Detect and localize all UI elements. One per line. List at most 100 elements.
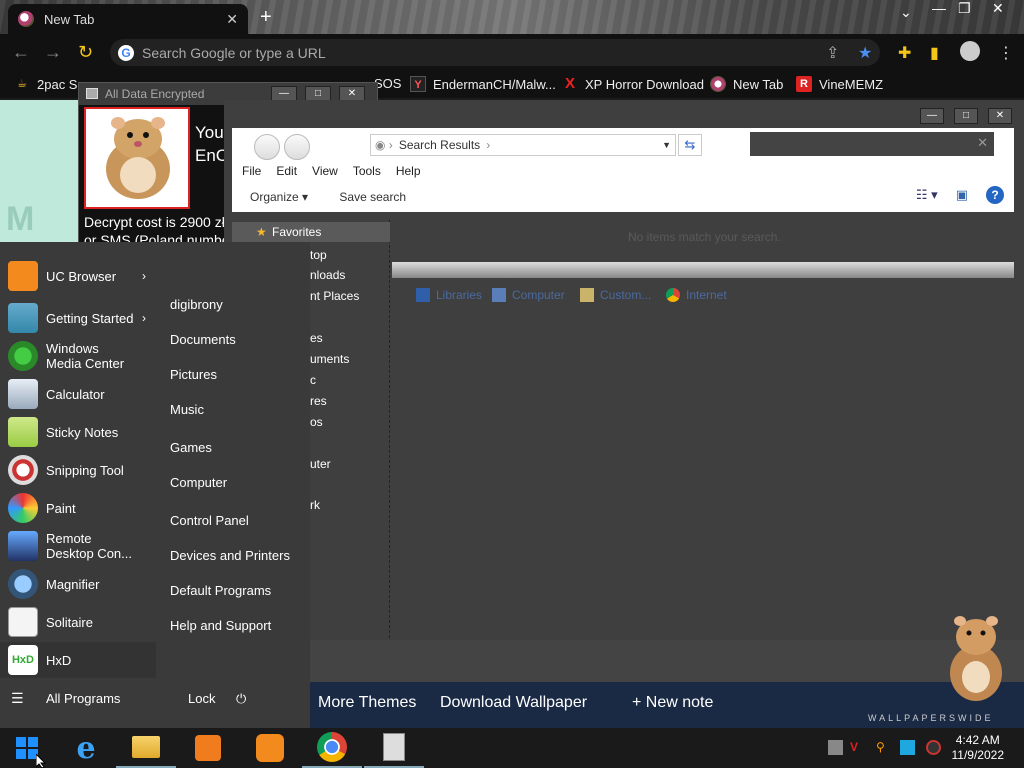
address-dropdown-icon[interactable]: ▼: [662, 140, 671, 150]
nav-item[interactable]: uter: [310, 457, 331, 471]
program-magnifier[interactable]: Magnifier: [0, 566, 156, 602]
nav-favorites[interactable]: ★ Favorites: [232, 222, 390, 242]
search-again-computer[interactable]: Computer: [492, 288, 565, 302]
taskbar-uc-browser[interactable]: [240, 728, 300, 768]
nav-item[interactable]: os: [310, 415, 323, 429]
refresh-icon[interactable]: ⇆: [678, 134, 702, 156]
new-tab-button[interactable]: +: [260, 6, 272, 29]
minimize-icon[interactable]: —: [920, 108, 944, 124]
search-input[interactable]: ✕: [750, 132, 994, 156]
system-clock[interactable]: 4:42 AM 11/9/2022: [952, 733, 1005, 763]
link-documents[interactable]: Documents: [170, 332, 236, 347]
profile-avatar-icon[interactable]: [960, 41, 980, 61]
link-pictures[interactable]: Pictures: [170, 367, 217, 382]
forward-arrow-icon[interactable]: →: [44, 42, 62, 63]
program-snipping-tool[interactable]: Snipping Tool: [0, 452, 156, 488]
bookmark-endermanch[interactable]: Y EndermanCH/Malw...: [410, 76, 556, 92]
program-calculator[interactable]: Calculator: [0, 376, 156, 412]
menu-help[interactable]: Help: [396, 164, 421, 178]
taskbar-chrome[interactable]: [302, 728, 362, 768]
program-solitaire[interactable]: Solitaire: [0, 604, 156, 640]
link-devices-printers[interactable]: Devices and Printers: [170, 548, 290, 563]
more-themes-link[interactable]: More Themes: [318, 694, 416, 712]
reload-icon[interactable]: ↻: [78, 42, 93, 63]
tray-volume-icon[interactable]: [926, 740, 941, 755]
clear-search-icon[interactable]: ✕: [977, 135, 988, 151]
help-icon[interactable]: ?: [986, 186, 1004, 204]
organize-button[interactable]: Organize ▾: [250, 190, 308, 204]
link-control-panel[interactable]: Control Panel: [170, 513, 249, 528]
crumb-chevron-icon[interactable]: ›: [486, 138, 490, 152]
tab-new-tab[interactable]: New Tab ✕: [8, 4, 248, 34]
search-again-custom[interactable]: Custom...: [580, 288, 651, 302]
back-button[interactable]: [254, 134, 280, 160]
menu-file[interactable]: File: [242, 164, 261, 178]
new-note-link[interactable]: + New note: [632, 694, 713, 712]
link-user-folder[interactable]: digibrony: [170, 297, 223, 312]
gmail-shortcut-panel[interactable]: M: [0, 100, 78, 242]
tray-display-icon[interactable]: [900, 740, 915, 755]
program-remote-desktop[interactable]: Remote Desktop Con...: [0, 528, 156, 564]
nav-item[interactable]: nloads: [310, 268, 345, 282]
nav-item[interactable]: es: [310, 331, 323, 345]
close-window-icon[interactable]: ✕: [992, 0, 1004, 17]
nav-item[interactable]: rk: [310, 498, 320, 512]
close-tab-icon[interactable]: ✕: [226, 11, 238, 28]
tray-antivirus-icon[interactable]: V: [850, 740, 865, 755]
preview-pane-icon[interactable]: ▣: [956, 187, 968, 203]
search-again-internet[interactable]: Internet: [666, 288, 727, 302]
nav-item[interactable]: nt Places: [310, 289, 359, 303]
nav-item[interactable]: res: [310, 394, 327, 408]
bookmark-star-icon[interactable]: ★: [858, 43, 872, 63]
taskbar-ransom-app[interactable]: [364, 728, 424, 768]
link-help-support[interactable]: Help and Support: [170, 618, 271, 633]
chrome-menu-icon[interactable]: ⋮: [998, 43, 1014, 63]
tab-search-chevron-icon[interactable]: ⌄: [900, 4, 912, 21]
bookmark-2pac[interactable]: ☕ 2pac S: [14, 76, 77, 92]
address-bar[interactable]: ◉ › Search Results › ▼: [370, 134, 676, 156]
extensions-puzzle-icon[interactable]: ✚: [898, 43, 911, 63]
close-icon[interactable]: ✕: [988, 108, 1012, 124]
maximize-icon[interactable]: □: [954, 108, 978, 124]
taskbar-file-explorer[interactable]: [116, 728, 176, 768]
program-uc-browser[interactable]: UC Browser ›: [0, 258, 156, 294]
taskbar-media-player[interactable]: [178, 728, 238, 768]
all-programs-button[interactable]: ☰ All Programs: [0, 682, 156, 714]
omnibox[interactable]: G Search Google or type a URL: [110, 39, 880, 66]
nav-item[interactable]: uments: [310, 352, 349, 366]
forward-button[interactable]: [284, 134, 310, 160]
side-panel-icon[interactable]: ▮: [930, 43, 939, 63]
taskbar-internet-explorer[interactable]: e: [56, 728, 116, 768]
download-wallpaper-link[interactable]: Download Wallpaper: [440, 694, 587, 712]
share-icon[interactable]: ⇪: [826, 43, 839, 63]
program-hxd[interactable]: HxD HxD: [0, 642, 156, 678]
change-view-icon[interactable]: ☷ ▾: [916, 187, 938, 203]
menu-tools[interactable]: Tools: [353, 164, 381, 178]
menu-view[interactable]: View: [312, 164, 338, 178]
link-default-programs[interactable]: Default Programs: [170, 583, 271, 598]
power-icon[interactable]: ⏻: [236, 691, 246, 707]
program-paint[interactable]: Paint: [0, 490, 156, 526]
back-arrow-icon[interactable]: ←: [12, 42, 30, 63]
program-windows-media-center[interactable]: Windows Media Center: [0, 338, 156, 374]
menu-edit[interactable]: Edit: [276, 164, 297, 178]
bookmark-xp-horror[interactable]: X XP Horror Download: [562, 76, 704, 92]
bookmark-new-tab[interactable]: New Tab: [710, 76, 783, 92]
link-games[interactable]: Games: [170, 440, 212, 455]
link-music[interactable]: Music: [170, 402, 204, 417]
minimize-icon[interactable]: —: [932, 0, 946, 16]
tray-search-icon[interactable]: ⚲: [876, 740, 891, 755]
nav-item[interactable]: c: [310, 373, 316, 387]
lock-button[interactable]: Lock: [188, 691, 215, 706]
program-getting-started[interactable]: Getting Started ›: [0, 300, 156, 336]
bookmark-vinememz[interactable]: R VineMEMZ: [796, 76, 883, 92]
tray-network-icon[interactable]: [828, 740, 843, 755]
nav-item[interactable]: top: [310, 248, 327, 262]
save-search-button[interactable]: Save search: [339, 190, 406, 204]
bookmark-sos[interactable]: SOS: [374, 76, 401, 91]
restore-icon[interactable]: ❐: [958, 0, 971, 17]
search-again-libraries[interactable]: Libraries: [416, 288, 482, 302]
address-crumb[interactable]: Search Results: [399, 138, 480, 152]
program-sticky-notes[interactable]: Sticky Notes: [0, 414, 156, 450]
link-computer[interactable]: Computer: [170, 475, 227, 490]
